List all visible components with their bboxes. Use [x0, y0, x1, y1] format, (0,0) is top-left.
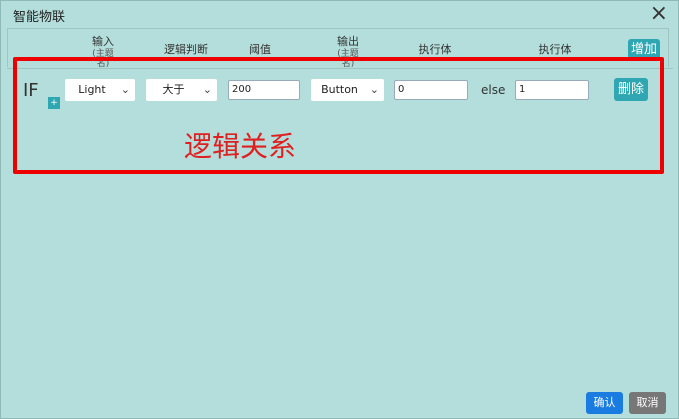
confirm-button[interactable]: 确认 [586, 392, 623, 414]
highlight-box [13, 57, 664, 174]
cancel-button[interactable]: 取消 [629, 392, 666, 414]
dialog: 智能物联 × 输入 (主题名) 逻辑判断 阈值 输出 (主题名) 执行体 执行体… [0, 0, 679, 419]
header-output-label: 输出 [337, 35, 359, 48]
close-icon[interactable]: × [650, 2, 668, 26]
header-executor-2: 执行体 [538, 43, 572, 56]
header-logic: 逻辑判断 [164, 43, 208, 56]
dialog-title: 智能物联 [13, 10, 66, 25]
annotation-label: 逻辑关系 [184, 130, 297, 163]
header-executor-1: 执行体 [418, 43, 452, 56]
header-threshold: 阈值 [249, 43, 271, 56]
title-bar: 智能物联 × [1, 1, 678, 29]
header-input-label: 输入 [92, 35, 114, 48]
